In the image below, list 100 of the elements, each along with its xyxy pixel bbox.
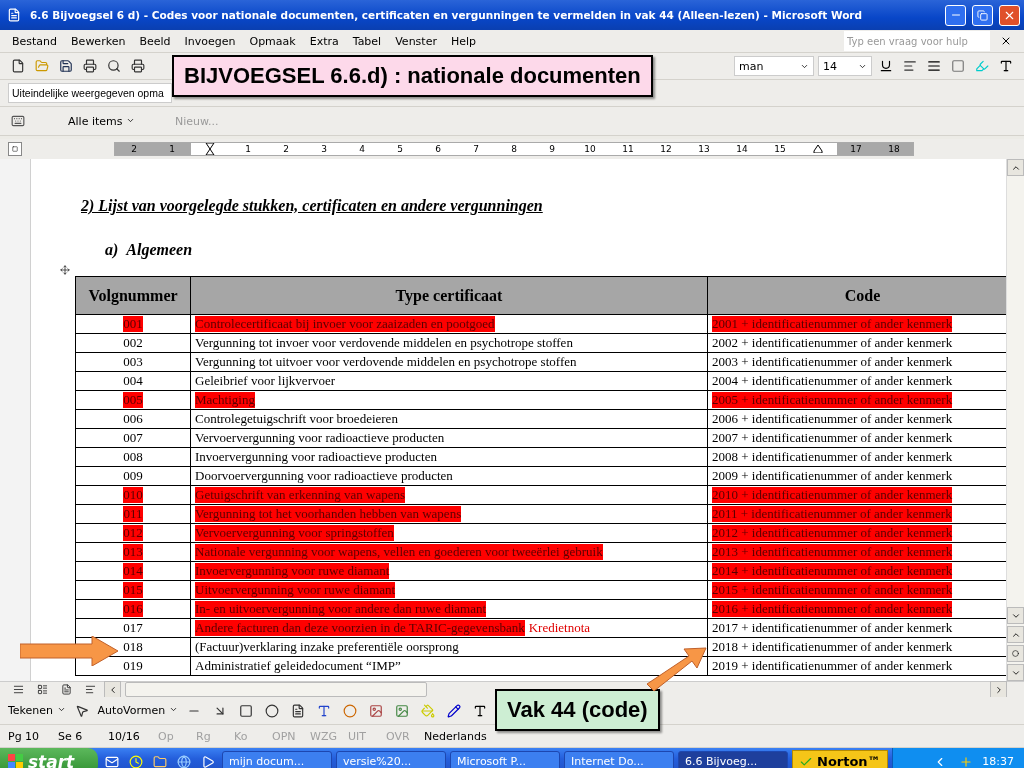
callout-label: BIJVOEGSEL 6.6.d) : nationale documenten xyxy=(172,55,653,97)
circle-icon xyxy=(1012,650,1019,657)
norton-button[interactable]: Norton™ xyxy=(792,749,888,768)
table-cell: Geleibrief voor lijkvervoer xyxy=(195,373,336,389)
status-field: OVR xyxy=(386,729,414,743)
all-items-menu[interactable]: Alle items xyxy=(68,114,135,128)
table-cell: Doorvoervergunning voor radioactieve producten xyxy=(195,468,453,484)
table-cell: 016 xyxy=(123,601,143,617)
table-cell: Vergunning tot uitvoer voor verdovende middelen en psychotrope stoffen xyxy=(195,354,577,370)
table-cell: 2013 + identificatienummer of ander kenmerk xyxy=(712,544,953,560)
caret-icon xyxy=(56,705,66,714)
table-cell: 012 xyxy=(123,525,143,541)
table-cell: 003 xyxy=(123,354,143,370)
table-cell: In- en uitvoervergunning voor andere dan ruwe diamant xyxy=(195,601,487,617)
minimize-button[interactable] xyxy=(945,4,966,26)
font-size-field[interactable]: 14 xyxy=(818,56,872,76)
table-cell: 2011 + identificatienummer of ander kenmerk xyxy=(712,506,952,522)
table-cell: Administratief geleidedocument “IMP” xyxy=(195,658,401,674)
window-title: 6.6 Bijvoegsel 6 d) - Codes voor nationale documenten, certificaten en vergunningen te vermelden in vak 44 (Alleen-lezen) - Microsoft Word xyxy=(30,9,864,21)
taskbar-button[interactable]: mijn docum... xyxy=(222,750,332,768)
table-cell: 006 xyxy=(123,411,143,427)
table-cell: 005 xyxy=(123,392,143,408)
status-field: WZG xyxy=(310,729,338,743)
table-cell: 015 xyxy=(123,582,143,598)
help-search-field[interactable]: Typ een vraag voor hulp xyxy=(844,31,990,51)
menu-item[interactable]: Tabel xyxy=(348,32,386,50)
table-cell: Andere facturen dan deze voorzien in de TARIC-gegevensbank xyxy=(195,620,525,636)
table-cell: Vervoervergunning voor springstoffen xyxy=(195,525,394,541)
menu-item[interactable]: Beeld xyxy=(135,32,175,50)
ruler: 2 1 1 2 3 4 5 6 7 8 9 10 11 12 13 14 15 17 18 xyxy=(114,142,914,156)
table-cell: 004 xyxy=(123,373,143,389)
status-field: 10/16 xyxy=(108,729,148,743)
browse-object-button[interactable] xyxy=(1007,645,1024,662)
table-cell: Vervoervergunning voor radioactieve producten xyxy=(195,430,445,446)
menu-item[interactable]: Help xyxy=(446,32,480,50)
windows-logo-icon xyxy=(8,753,24,768)
indent-marker-icon[interactable] xyxy=(205,143,215,155)
table-cell: Controlecertificaat bij invoer voor zaaizaden en pootgoed xyxy=(195,316,495,332)
column-header: Type certificaat xyxy=(191,277,708,315)
autoshapes-menu[interactable]: AutoVormen xyxy=(97,704,178,717)
menu-item[interactable]: Invoegen xyxy=(180,32,240,50)
restore-button[interactable] xyxy=(972,4,993,26)
font-field[interactable]: man xyxy=(734,56,814,76)
table-cell: (Factuur)verklaring inzake preferentiële oorsprong xyxy=(195,639,459,655)
table-cell: 007 xyxy=(123,430,143,446)
table-cell: 009 xyxy=(123,468,143,484)
menu-item[interactable]: Extra xyxy=(305,32,343,50)
table-cell: 2006 + identificatienummer of ander kenmerk xyxy=(712,411,953,427)
note-text: Kredietnota xyxy=(528,620,591,636)
taskbar-button[interactable]: Internet Do... xyxy=(564,750,674,768)
tab-stop-selector[interactable] xyxy=(8,142,22,156)
table-cell: 2010 + identificatienummer of ander kenmerk xyxy=(712,487,953,503)
pointer-arrow xyxy=(645,646,709,692)
status-field: Pg 10 xyxy=(8,729,48,743)
table-cell: 018 xyxy=(123,639,143,655)
menu-item[interactable]: Bewerken xyxy=(67,32,130,50)
table-cell: 2012 + identificatienummer of ander kenmerk xyxy=(712,525,953,541)
table-cell: 017 xyxy=(123,620,143,636)
status-field: Op xyxy=(158,729,186,743)
table-cell: Machtiging xyxy=(195,392,255,408)
table-cell: 2018 + identificatienummer of ander kenmerk xyxy=(712,639,953,655)
language-status: Nederlands xyxy=(424,729,487,743)
tab-stop-icon xyxy=(12,146,18,152)
taskbar-button[interactable]: Microsoft P... xyxy=(450,750,560,768)
table-cell: 2008 + identificatienummer of ander kenmerk xyxy=(712,449,953,465)
section-heading: 2) Lijst van voorgelegde stukken, certificaten en andere vergunningen xyxy=(80,197,544,215)
table-cell: Invoervergunning voor radioactieve producten xyxy=(195,449,437,465)
callout-label: Vak 44 (code) xyxy=(495,689,660,731)
table-cell: 2016 + identificatienummer of ander kenmerk xyxy=(712,601,953,617)
close-button[interactable] xyxy=(999,4,1020,26)
restore-icon xyxy=(977,9,988,21)
status-field: Rg xyxy=(196,729,224,743)
status-field: Ko xyxy=(234,729,262,743)
clock: 18:37 xyxy=(982,755,1014,768)
taskbar-button[interactable]: versie%20... xyxy=(336,750,446,768)
caret-icon xyxy=(168,705,178,714)
table-cell: 019 xyxy=(123,658,143,674)
table-cell: 2014 + identificatienummer of ander kenmerk xyxy=(712,563,953,579)
table-cell: 014 xyxy=(123,563,143,579)
indent-marker-icon[interactable] xyxy=(813,145,823,153)
menu-item[interactable]: Bestand xyxy=(8,32,62,50)
taskbar-button[interactable]: 6.6 Bijvoeg... xyxy=(678,750,788,768)
table-cell: 2019 + identificatienummer of ander kenmerk xyxy=(712,658,953,674)
table-cell: 2001 + identificatienummer of ander kenmerk xyxy=(712,316,953,332)
status-field: Se 6 xyxy=(58,729,98,743)
table-move-icon[interactable] xyxy=(59,264,70,275)
table-cell: Getuigschrift van erkenning van wapens xyxy=(195,487,406,503)
table-cell: 2015 + identificatienummer of ander kenmerk xyxy=(712,582,953,598)
table-cell: Controlegetuigschrift voor broedeieren xyxy=(195,411,398,427)
menu-item[interactable]: Opmaak xyxy=(245,32,300,50)
status-field: UIT xyxy=(348,729,376,743)
draw-menu[interactable]: Tekenen xyxy=(8,704,66,717)
table-cell: Vergunning tot het voorhanden hebben van wapens xyxy=(195,506,462,522)
menu-item[interactable]: Venster xyxy=(391,32,441,50)
table-cell: 2005 + identificatienummer of ander kenmerk xyxy=(712,392,953,408)
display-mode-field[interactable]: Uiteindelijke weergegeven opma xyxy=(8,83,172,103)
table-cell: 001 xyxy=(123,316,143,332)
table-cell: 010 xyxy=(123,487,143,503)
table-cell: 2017 + identificatienummer of ander kenmerk xyxy=(712,620,953,636)
table-cell: 2004 + identificatienummer of ander kenmerk xyxy=(712,373,953,389)
